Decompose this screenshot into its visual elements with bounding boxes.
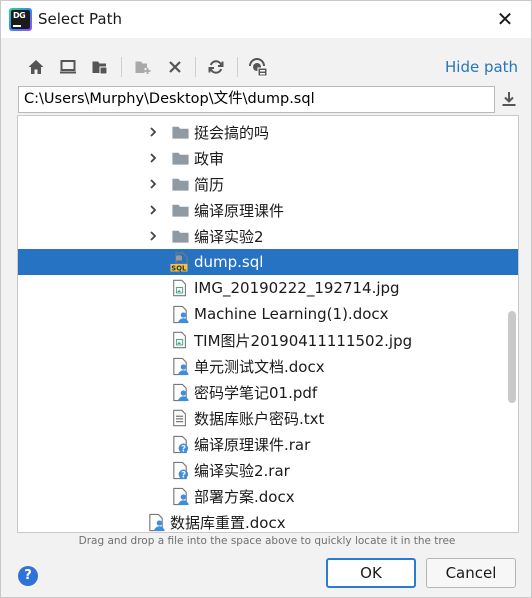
tree-item-label: IMG_20190222_192714.jpg bbox=[194, 279, 400, 297]
expand-chevron-icon[interactable] bbox=[146, 145, 160, 171]
close-button[interactable]: ✕ bbox=[489, 5, 521, 33]
tree-item-label: 编译实验2.rar bbox=[194, 461, 290, 480]
tree-item-label: Machine Learning(1).docx bbox=[194, 305, 389, 323]
tree-folder-row[interactable]: 编译原理课件 bbox=[18, 197, 518, 223]
refresh-button[interactable] bbox=[204, 55, 228, 79]
ok-button[interactable]: OK bbox=[326, 558, 416, 588]
new-folder-icon bbox=[135, 61, 151, 74]
toolbar: Hide path bbox=[1, 51, 531, 85]
help-button[interactable]: ? bbox=[18, 566, 38, 586]
unknown-file-user-icon bbox=[170, 356, 190, 376]
datagrip-logo-icon: DG bbox=[11, 10, 30, 29]
tree-file-row[interactable]: 数据库账户密码.txt bbox=[18, 405, 518, 431]
tree-item-label: 部署方案.docx bbox=[194, 487, 295, 506]
new-folder-button[interactable] bbox=[131, 55, 155, 79]
tree-file-row[interactable]: 单元测试文档.docx bbox=[18, 353, 518, 379]
unknown-file-user-icon bbox=[170, 486, 190, 506]
folder-icon bbox=[170, 174, 190, 194]
tree-folder-row[interactable]: 政审 bbox=[18, 145, 518, 171]
tree-file-row[interactable]: IMG_20190222_192714.jpg bbox=[18, 275, 518, 301]
sql-file-icon: SQL bbox=[170, 252, 190, 272]
tree-item-label: 政审 bbox=[194, 149, 225, 168]
unknown-file-question-icon: ? bbox=[170, 460, 190, 480]
tree-file-row[interactable]: ? 编译实验2.rar bbox=[18, 457, 518, 483]
drag-drop-hint: Drag and drop a file into the space abov… bbox=[78, 535, 456, 547]
tree-item-label: 数据库账户密码.txt bbox=[194, 409, 325, 428]
file-tree[interactable]: 挺会搞的吗政审简历编译原理课件 编译实验2 SQL dump.sql IMG_20190… bbox=[17, 115, 519, 533]
expand-chevron-icon[interactable] bbox=[146, 223, 160, 249]
delete-button[interactable] bbox=[163, 55, 187, 79]
dialog-title: Select Path bbox=[38, 10, 122, 28]
browse-path-button[interactable] bbox=[497, 87, 521, 111]
delete-icon bbox=[169, 61, 181, 73]
tree-file-row[interactable]: SQL dump.sql bbox=[18, 249, 518, 275]
unknown-file-question-icon: ? bbox=[170, 434, 190, 454]
unknown-file-user-icon bbox=[170, 304, 190, 324]
image-file-icon bbox=[170, 278, 190, 298]
show-hidden-files-button[interactable] bbox=[246, 55, 270, 79]
tree-file-row[interactable]: 数据库重置.docx bbox=[18, 509, 518, 532]
tree-item-label: 密码学笔记01.pdf bbox=[194, 383, 318, 402]
tree-folder-row[interactable]: 编译实验2 bbox=[18, 223, 518, 249]
hide-path-link[interactable]: Hide path bbox=[445, 58, 518, 76]
tree-item-label: 编译原理课件 bbox=[194, 201, 285, 220]
tree-item-label: 数据库重置.docx bbox=[170, 513, 286, 532]
tree-file-row[interactable]: 密码学笔记01.pdf bbox=[18, 379, 518, 405]
show-hidden-icon bbox=[249, 58, 268, 77]
project-folder-button[interactable] bbox=[88, 55, 112, 79]
tree-item-label: TIM图片20190411111502.jpg bbox=[194, 331, 413, 350]
folder-icon bbox=[170, 200, 190, 220]
tree-file-row[interactable]: TIM图片20190411111502.jpg bbox=[18, 327, 518, 353]
desktop-button[interactable] bbox=[56, 55, 80, 79]
expand-chevron-icon[interactable] bbox=[146, 171, 160, 197]
path-input[interactable]: C:\Users\Murphy\Desktop\文件\dump.sql bbox=[18, 86, 495, 113]
tree-folder-row[interactable]: 挺会搞的吗 bbox=[18, 119, 518, 145]
image-file-icon bbox=[170, 330, 190, 350]
folder-icon bbox=[170, 122, 190, 142]
text-file-icon bbox=[170, 408, 190, 428]
tree-item-label: 简历 bbox=[194, 175, 225, 194]
svg-text:SQL: SQL bbox=[171, 264, 187, 272]
refresh-icon bbox=[208, 60, 224, 74]
unknown-file-user-icon bbox=[170, 382, 190, 402]
tree-item-label: 编译实验2 bbox=[194, 227, 264, 246]
folder-icon bbox=[170, 226, 190, 246]
home-icon bbox=[28, 60, 44, 74]
tree-item-label: 挺会搞的吗 bbox=[194, 123, 270, 142]
tree-item-label: dump.sql bbox=[194, 253, 264, 271]
tree-file-row[interactable]: ? 编译原理课件.rar bbox=[18, 431, 518, 457]
download-icon bbox=[502, 92, 516, 106]
home-button[interactable] bbox=[24, 55, 48, 79]
tree-folder-row[interactable]: 简历 bbox=[18, 171, 518, 197]
select-path-dialog: DG Select Path ✕ Hide path C:\Users\Murp… bbox=[0, 0, 532, 598]
tree-item-label: 编译原理课件.rar bbox=[194, 435, 311, 454]
desktop-icon bbox=[60, 60, 76, 74]
title-bar: DG Select Path ✕ bbox=[1, 1, 531, 38]
svg-text:?: ? bbox=[181, 444, 186, 453]
tree-item-label: 单元测试文档.docx bbox=[194, 357, 325, 376]
tree-file-row[interactable]: 部署方案.docx bbox=[18, 483, 518, 509]
cancel-button[interactable]: Cancel bbox=[426, 558, 516, 588]
tree-file-row[interactable]: Machine Learning(1).docx bbox=[18, 301, 518, 327]
folder-icon bbox=[170, 148, 190, 168]
project-folder-icon bbox=[92, 61, 108, 75]
expand-chevron-icon[interactable] bbox=[146, 119, 160, 145]
expand-chevron-icon[interactable] bbox=[146, 197, 160, 223]
svg-text:?: ? bbox=[181, 470, 186, 479]
unknown-file-user-icon bbox=[146, 512, 166, 532]
